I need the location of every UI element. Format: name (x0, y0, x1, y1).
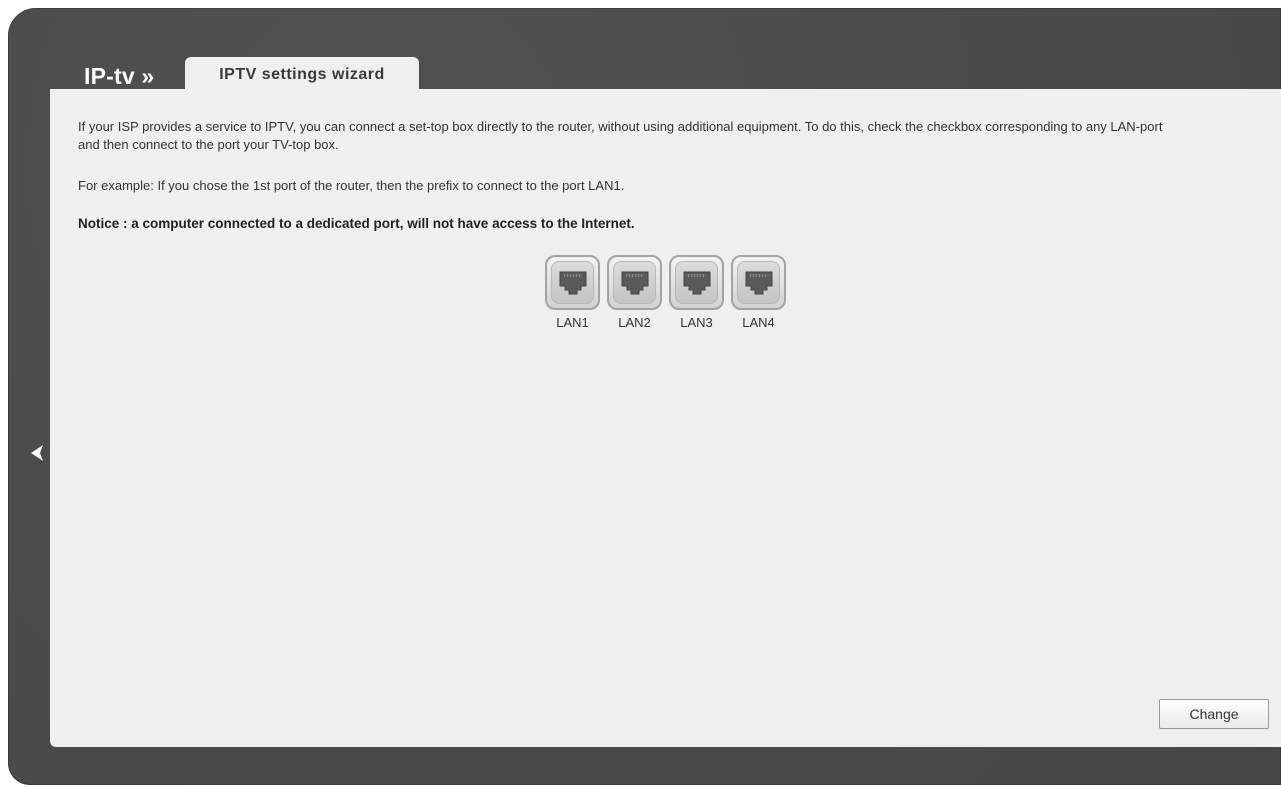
page-title: IP-tv » (84, 63, 155, 89)
content-panel: If your ISP provides a service to IPTV, … (50, 89, 1281, 747)
port-label: LAN2 (618, 315, 651, 330)
change-button[interactable]: Change (1159, 699, 1269, 729)
ethernet-port-icon (745, 271, 772, 294)
back-button[interactable] (23, 438, 53, 468)
lan-port-selector: LAN1 LAN2 LAN3 LAN4 (544, 255, 787, 330)
port-inner (613, 261, 656, 304)
port-label: LAN4 (742, 315, 775, 330)
port-label: LAN3 (680, 315, 713, 330)
lan-port-1[interactable]: LAN1 (544, 255, 601, 330)
port-inner (675, 261, 718, 304)
port-inner (737, 261, 780, 304)
chevron-left-icon (31, 445, 43, 461)
port-checkbox[interactable] (731, 255, 786, 310)
lan-port-2[interactable]: LAN2 (606, 255, 663, 330)
port-checkbox[interactable] (545, 255, 600, 310)
tab-label: IPTV settings wizard (219, 66, 385, 83)
port-inner (551, 261, 594, 304)
example-paragraph: For example: If you chose the 1st port o… (78, 178, 625, 193)
lan-port-4[interactable]: LAN4 (730, 255, 787, 330)
ethernet-port-icon (683, 271, 710, 294)
ethernet-port-icon (621, 271, 648, 294)
port-label: LAN1 (556, 315, 589, 330)
lan-port-3[interactable]: LAN3 (668, 255, 725, 330)
description-paragraph: If your ISP provides a service to IPTV, … (78, 119, 1163, 152)
port-checkbox[interactable] (669, 255, 724, 310)
notice-text: Notice : a computer connected to a dedic… (78, 216, 635, 231)
port-checkbox[interactable] (607, 255, 662, 310)
ethernet-port-icon (559, 271, 586, 294)
